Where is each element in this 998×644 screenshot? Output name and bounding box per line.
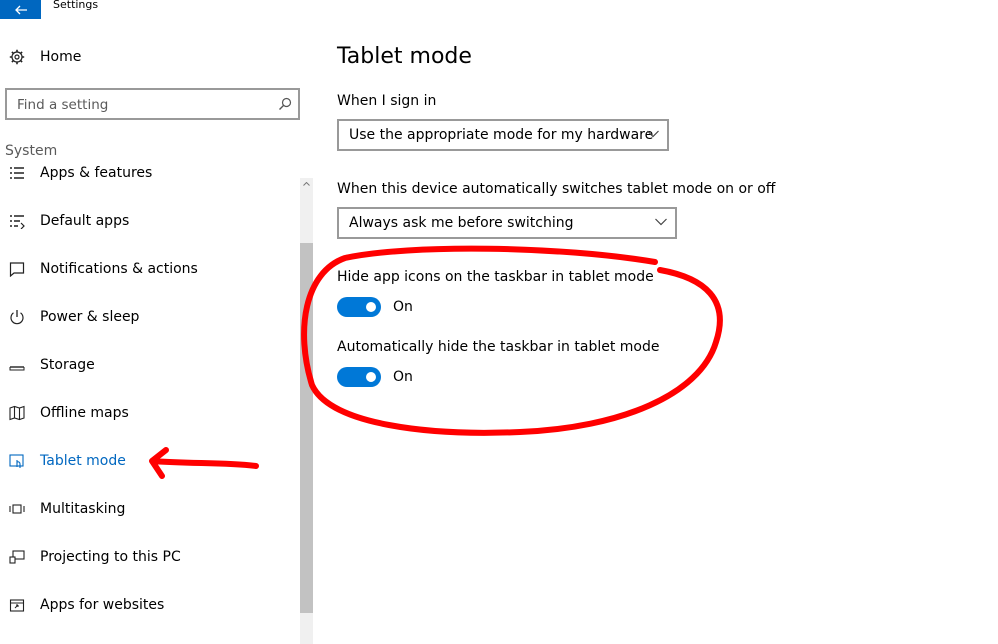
nav-item-power-sleep[interactable]: Power & sleep xyxy=(0,295,300,339)
hide-icons-state: On xyxy=(393,299,413,315)
chevron-down-icon xyxy=(647,130,659,138)
chevron-down-icon xyxy=(655,218,667,226)
nav-item-label: Power & sleep xyxy=(40,309,140,325)
nav-item-projecting[interactable]: Projecting to this PC xyxy=(0,535,300,579)
toggle-knob xyxy=(366,302,376,312)
dropdown-value: Use the appropriate mode for my hardware xyxy=(349,127,654,143)
nav-item-apps-features[interactable]: Apps & features xyxy=(0,166,300,195)
nav-item-label: Apps & features xyxy=(40,166,153,181)
hide-icons-label: Hide app icons on the taskbar in tablet … xyxy=(337,269,654,285)
dropdown-value: Always ask me before switching xyxy=(349,215,574,231)
nav-item-label: Projecting to this PC xyxy=(40,549,181,565)
apps-websites-icon xyxy=(8,596,26,614)
home-nav-item[interactable]: Home xyxy=(0,42,300,72)
nav-item-apps-websites[interactable]: Apps for websites xyxy=(0,583,300,627)
switch-behavior-label: When this device automatically switches … xyxy=(337,181,776,197)
scrollbar-thumb[interactable] xyxy=(300,243,313,613)
nav-item-offline-maps[interactable]: Offline maps xyxy=(0,391,300,435)
toggle-knob xyxy=(366,372,376,382)
nav-item-storage[interactable]: Storage xyxy=(0,343,300,387)
nav-item-multitasking[interactable]: Multitasking xyxy=(0,487,300,531)
power-icon xyxy=(8,308,26,326)
nav-item-label: Tablet mode xyxy=(40,453,126,469)
projecting-icon xyxy=(8,548,26,566)
nav-item-label: Notifications & actions xyxy=(40,261,198,277)
nav-item-notifications[interactable]: Notifications & actions xyxy=(0,247,300,291)
search-box[interactable] xyxy=(5,88,300,120)
nav-item-label: Multitasking xyxy=(40,501,126,517)
sign-in-label: When I sign in xyxy=(337,93,437,109)
hide-icons-toggle[interactable] xyxy=(337,297,381,317)
nav-item-label: Storage xyxy=(40,357,95,373)
apps-features-icon xyxy=(8,166,26,182)
storage-icon xyxy=(8,356,26,374)
auto-hide-label: Automatically hide the taskbar in tablet… xyxy=(337,339,660,355)
window-title: Settings xyxy=(53,0,99,11)
nav-item-default-apps[interactable]: Default apps xyxy=(0,199,300,243)
auto-hide-toggle[interactable] xyxy=(337,367,381,387)
search-input[interactable] xyxy=(17,95,267,115)
nav-item-label: Offline maps xyxy=(40,405,129,421)
nav-item-tablet-mode[interactable]: Tablet mode xyxy=(0,439,300,483)
multitasking-icon xyxy=(8,500,26,518)
nav-item-label: Apps for websites xyxy=(40,597,165,613)
page-title: Tablet mode xyxy=(337,44,472,69)
home-label: Home xyxy=(40,49,82,65)
section-label: System xyxy=(5,143,58,159)
back-button[interactable] xyxy=(0,0,41,19)
notifications-icon xyxy=(8,260,26,278)
gear-icon xyxy=(8,48,26,66)
auto-hide-state: On xyxy=(393,369,413,385)
sign-in-mode-dropdown[interactable]: Use the appropriate mode for my hardware xyxy=(337,119,669,151)
nav-item-label: Default apps xyxy=(40,213,130,229)
nav-list: Apps & features Default apps Notificatio… xyxy=(0,166,300,644)
back-arrow-icon xyxy=(14,5,27,14)
chevron-up-icon xyxy=(303,182,310,186)
scroll-up-button[interactable] xyxy=(300,178,313,190)
search-icon[interactable] xyxy=(278,97,292,111)
switch-behavior-dropdown[interactable]: Always ask me before switching xyxy=(337,207,677,239)
map-icon xyxy=(8,404,26,422)
tablet-mode-icon xyxy=(8,452,26,470)
default-apps-icon xyxy=(8,212,26,230)
